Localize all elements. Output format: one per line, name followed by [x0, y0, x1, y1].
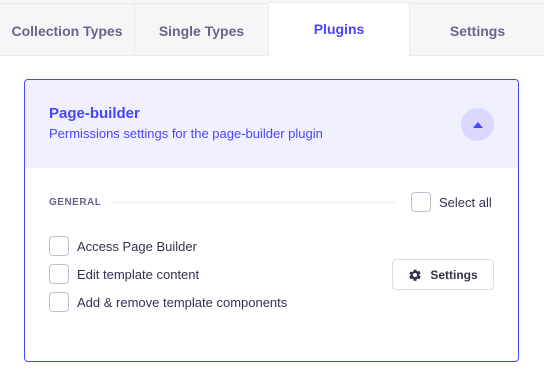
permissions-tabs: Collection Types Single Types Plugins Se… [0, 0, 544, 56]
select-all-label[interactable]: Select all [439, 195, 492, 210]
tab-collection-types[interactable]: Collection Types [0, 3, 135, 56]
plugin-title: Page-builder [49, 105, 140, 122]
plugin-card-header[interactable]: Page-builder Permissions settings for th… [25, 80, 518, 168]
chevron-up-icon [472, 121, 483, 128]
permission-label[interactable]: Access Page Builder [77, 239, 197, 254]
tab-label: Settings [449, 22, 506, 39]
collapse-button[interactable] [461, 108, 494, 141]
permission-checkbox-add-remove-components[interactable] [49, 292, 69, 312]
permissions-root: Collection Types Single Types Plugins Se… [0, 0, 544, 374]
tab-plugins[interactable]: Plugins [268, 2, 410, 56]
section-divider [112, 202, 396, 203]
permission-label[interactable]: Edit template content [77, 267, 199, 282]
tab-panel: Page-builder Permissions settings for th… [0, 55, 544, 374]
permission-settings-button[interactable]: Settings [392, 259, 494, 290]
section-label: GENERAL [49, 197, 102, 208]
permission-checkbox-access-page-builder[interactable] [49, 236, 69, 256]
tab-settings[interactable]: Settings [409, 3, 544, 56]
plugin-permissions-card: Page-builder Permissions settings for th… [24, 79, 519, 362]
select-all-checkbox[interactable] [411, 192, 431, 212]
settings-button-label: Settings [430, 267, 478, 282]
gear-icon [409, 268, 422, 281]
permission-checkbox-edit-template-content[interactable] [49, 264, 69, 284]
tab-label: Plugins [313, 21, 365, 37]
plugin-subtitle: Permissions settings for the page-builde… [49, 126, 323, 141]
tab-label: Single Types [158, 22, 245, 39]
permission-label[interactable]: Add & remove template components [77, 295, 287, 310]
tab-label: Collection Types [11, 22, 123, 39]
tab-single-types[interactable]: Single Types [134, 3, 269, 56]
